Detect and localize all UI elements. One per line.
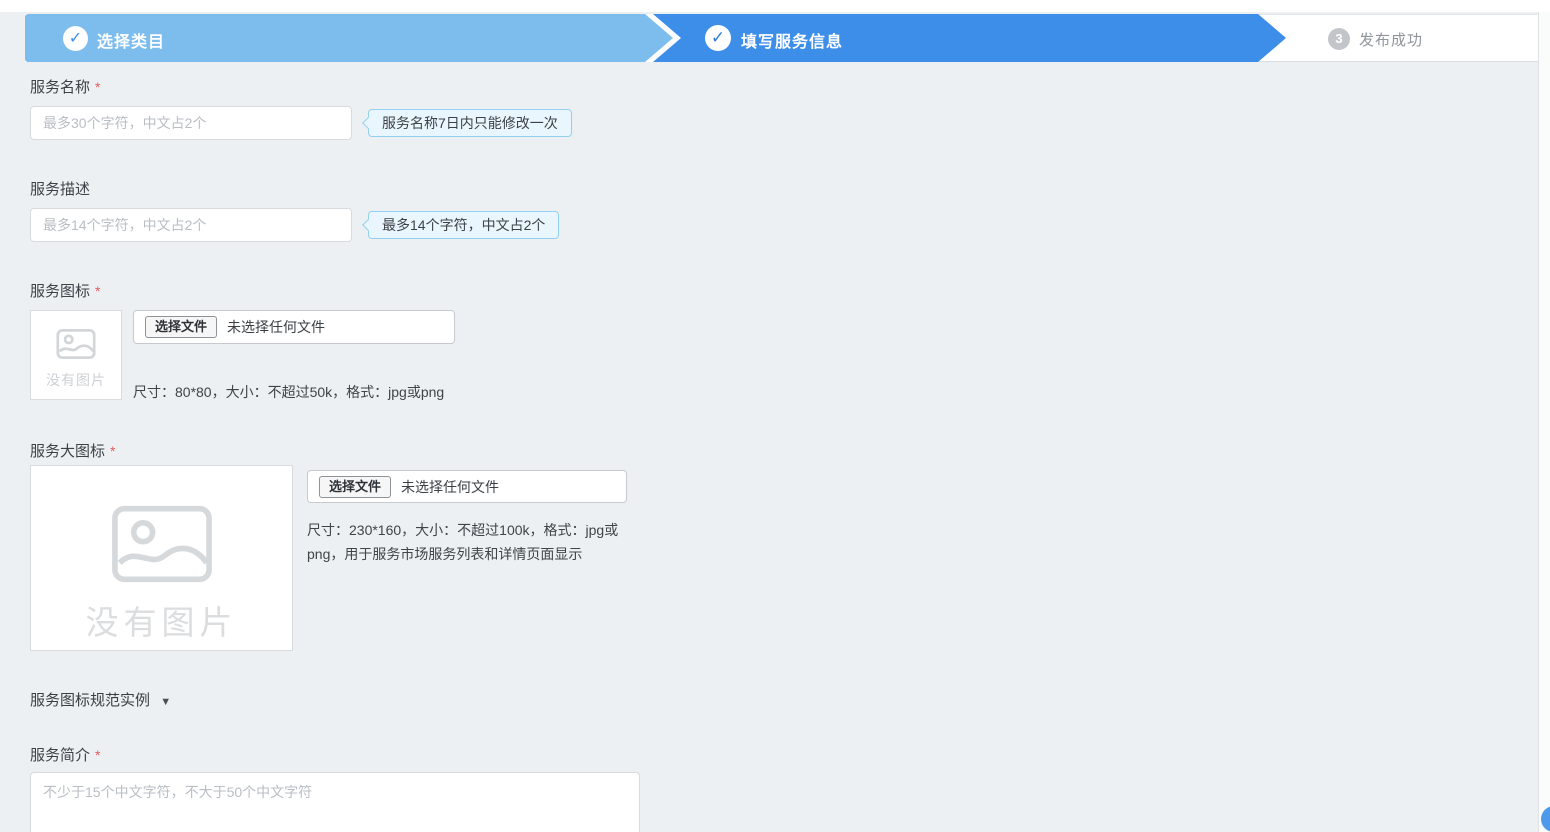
service-big-icon-file-input[interactable]: 选择文件 未选择任何文件 [307, 470, 627, 503]
required-asterisk: * [95, 79, 101, 95]
choose-file-button[interactable]: 选择文件 [319, 475, 392, 498]
page-right-gutter [1538, 12, 1550, 832]
required-asterisk: * [95, 747, 101, 763]
service-icon-hint: 尺寸：80*80，大小：不超过50k，格式：jpg或png [133, 384, 445, 400]
step-number-badge: 3 [1328, 28, 1350, 50]
step-label: 发布成功 [1359, 32, 1424, 49]
no-image-text: 没有图片 [46, 372, 106, 388]
service-icon-preview: 没有图片 [30, 310, 122, 400]
step-label: 选择类目 [97, 34, 166, 51]
service-name-input[interactable] [30, 106, 352, 140]
service-desc-tooltip: 最多14个字符，中文占2个 [368, 211, 560, 239]
service-intro-label: 服务简介 * [30, 747, 101, 764]
service-intro-textarea[interactable] [30, 772, 640, 832]
caret-down-icon: ▼ [160, 696, 172, 708]
publish-service-page: 3 发布成功 ✓ 填写服务信息 ✓ 选择类目 服务名称* 服务名称7日内只能修改… [0, 0, 1550, 832]
icon-spec-example-label: 服务图标规范实例 [30, 692, 151, 709]
service-name-label: 服务名称 * [30, 79, 101, 96]
required-asterisk: * [95, 283, 101, 299]
step-select-category[interactable]: ✓ 选择类目 [25, 14, 673, 62]
no-file-chosen-text: 未选择任何文件 [401, 478, 500, 495]
icon-spec-example-toggle[interactable]: 服务图标规范实例 ▼ [30, 689, 171, 710]
required-asterisk: * [110, 443, 116, 459]
service-desc-input[interactable] [30, 208, 352, 242]
check-circle-icon: ✓ [63, 26, 88, 51]
step-fill-service-info: ✓ 填写服务信息 [645, 14, 1286, 62]
step-publish-success: 3 发布成功 [1255, 14, 1538, 62]
hint-line: png，用于服务市场服务列表和详情页面显示 [307, 546, 583, 562]
service-desc-label: 服务描述 [30, 181, 91, 198]
service-name-tooltip: 服务名称7日内只能修改一次 [368, 109, 572, 137]
hint-line: 尺寸：230*160，大小：不超过100k，格式：jpg或 [307, 522, 619, 538]
no-file-chosen-text: 未选择任何文件 [227, 319, 326, 335]
choose-file-button[interactable]: 选择文件 [145, 316, 218, 338]
step-label: 填写服务信息 [741, 34, 844, 51]
service-icon-file-input[interactable]: 选择文件 未选择任何文件 [133, 310, 455, 344]
service-icon-label: 服务图标 * [30, 283, 101, 300]
no-image-icon [111, 505, 212, 583]
no-image-icon [56, 329, 96, 359]
service-big-icon-label: 服务大图标 * [30, 443, 116, 460]
service-big-icon-preview: 没有图片 [30, 465, 293, 651]
no-image-text: 没有图片 [85, 604, 238, 641]
check-circle-icon: ✓ [705, 25, 731, 51]
service-big-icon-hint: 尺寸：230*160，大小：不超过100k，格式：jpg或 png，用于服务市场… [307, 518, 637, 566]
